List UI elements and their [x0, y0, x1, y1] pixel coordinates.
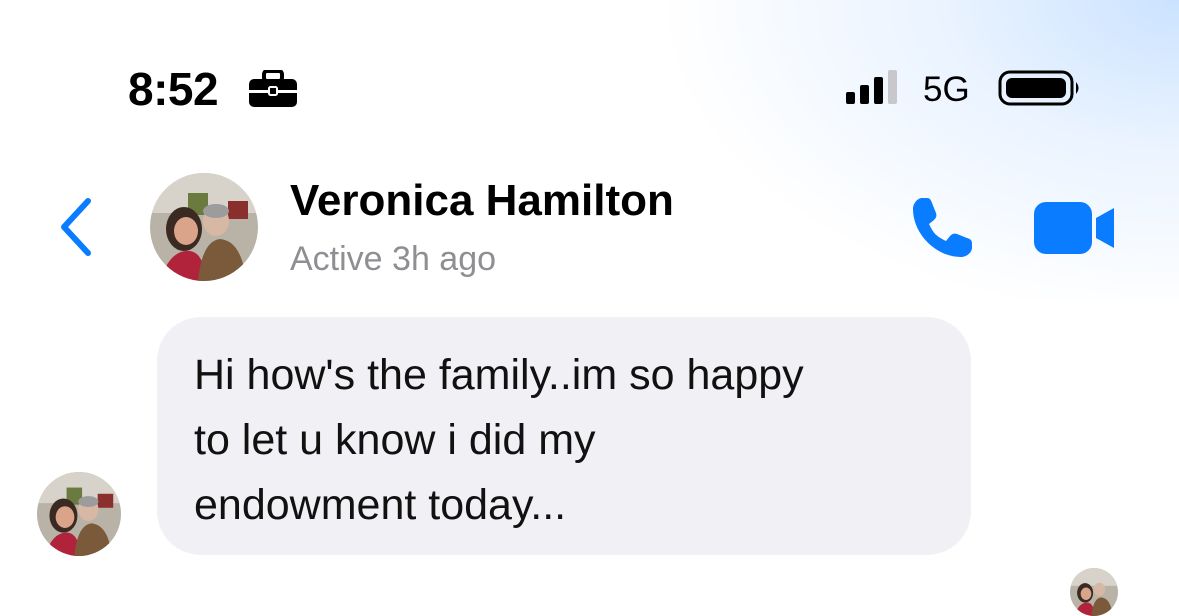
phone-icon [913, 198, 972, 257]
status-time: 8:52 [128, 63, 219, 115]
avatar-photo [37, 472, 121, 556]
active-status: Active 3h ago [290, 240, 497, 278]
video-call-button[interactable] [1034, 202, 1116, 254]
contact-avatar[interactable] [150, 173, 258, 281]
call-button[interactable] [908, 194, 976, 262]
status-bar: 8:52 5G [0, 0, 1179, 140]
video-camera-icon [1034, 202, 1114, 254]
briefcase-icon [249, 70, 297, 107]
network-type: 5G [923, 70, 970, 109]
message-text: Hi how's the family..im so happy to let … [194, 351, 804, 529]
avatar-photo [1070, 568, 1118, 616]
incoming-message-bubble[interactable]: Hi how's the family..im so happy to let … [157, 317, 971, 555]
message-sender-avatar[interactable] [37, 472, 121, 556]
cellular-signal-icon [846, 70, 897, 104]
battery-icon [998, 70, 1079, 106]
avatar-photo [150, 173, 258, 281]
chevron-left-icon [61, 198, 91, 256]
back-button[interactable] [56, 195, 96, 259]
read-receipt-avatar [1070, 568, 1118, 616]
contact-name[interactable]: Veronica Hamilton [290, 176, 674, 226]
